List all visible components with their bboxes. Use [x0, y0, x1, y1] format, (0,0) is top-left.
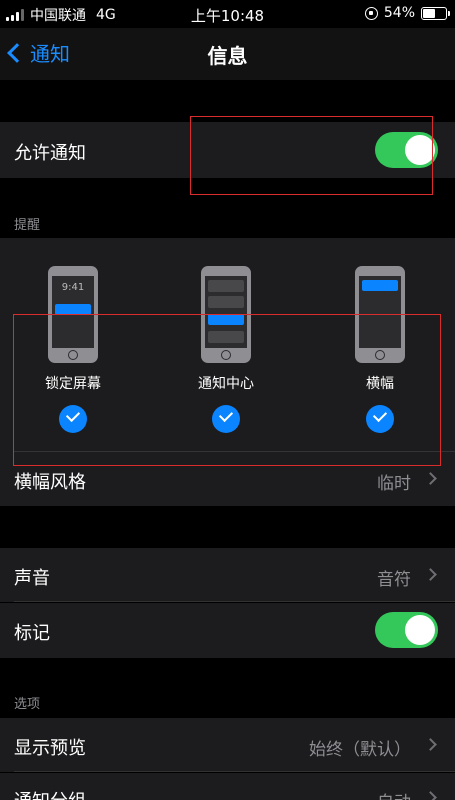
toggle-knob — [405, 615, 435, 645]
notification-grouping-label: 通知分组 — [14, 787, 86, 800]
battery-percent: 54% — [383, 5, 415, 21]
divider — [14, 601, 455, 602]
show-previews-value: 始终（默认） — [309, 740, 411, 760]
banner-style-label: 横幅风格 — [14, 472, 86, 493]
page-title: 信息 — [207, 44, 248, 68]
status-bar: 中国联通 4G 上午10:48 54% — [0, 0, 455, 28]
annotation-box-alerts — [13, 314, 441, 466]
notification-grouping-row[interactable]: 通知分组 自动 — [0, 773, 455, 800]
notification-item-bar — [208, 280, 244, 292]
banner-style-value: 临时 — [377, 474, 411, 494]
chevron-right-icon — [424, 472, 437, 485]
options-section-header: 选项 — [14, 697, 41, 712]
allow-notifications-label: 允许通知 — [14, 143, 86, 164]
sounds-row[interactable]: 声音 音符 — [0, 548, 455, 602]
show-previews-label: 显示预览 — [14, 738, 86, 759]
rotation-lock-icon — [364, 6, 378, 20]
annotation-box-toggle — [190, 116, 433, 195]
alert-preview-bar — [362, 280, 398, 291]
alerts-section-header: 提醒 — [14, 218, 41, 233]
notification-item-bar — [208, 296, 244, 308]
chevron-right-icon — [424, 738, 437, 751]
badges-row: 标记 — [0, 603, 455, 658]
battery-fill — [423, 8, 435, 18]
badges-toggle[interactable] — [375, 612, 438, 648]
notification-grouping-value: 自动 — [377, 788, 411, 800]
nav-bar: 通知 信息 — [0, 28, 455, 80]
show-previews-row[interactable]: 显示预览 始终（默认） — [0, 718, 455, 772]
status-right: 54% — [364, 5, 450, 21]
battery-icon — [421, 6, 450, 20]
chevron-right-icon — [424, 791, 437, 800]
lock-screen-clock: 9:41 — [61, 282, 85, 293]
divider — [14, 771, 455, 772]
badges-label: 标记 — [14, 623, 50, 644]
sounds-value: 音符 — [377, 570, 411, 590]
chevron-right-icon — [424, 568, 437, 581]
sounds-label: 声音 — [14, 568, 50, 589]
